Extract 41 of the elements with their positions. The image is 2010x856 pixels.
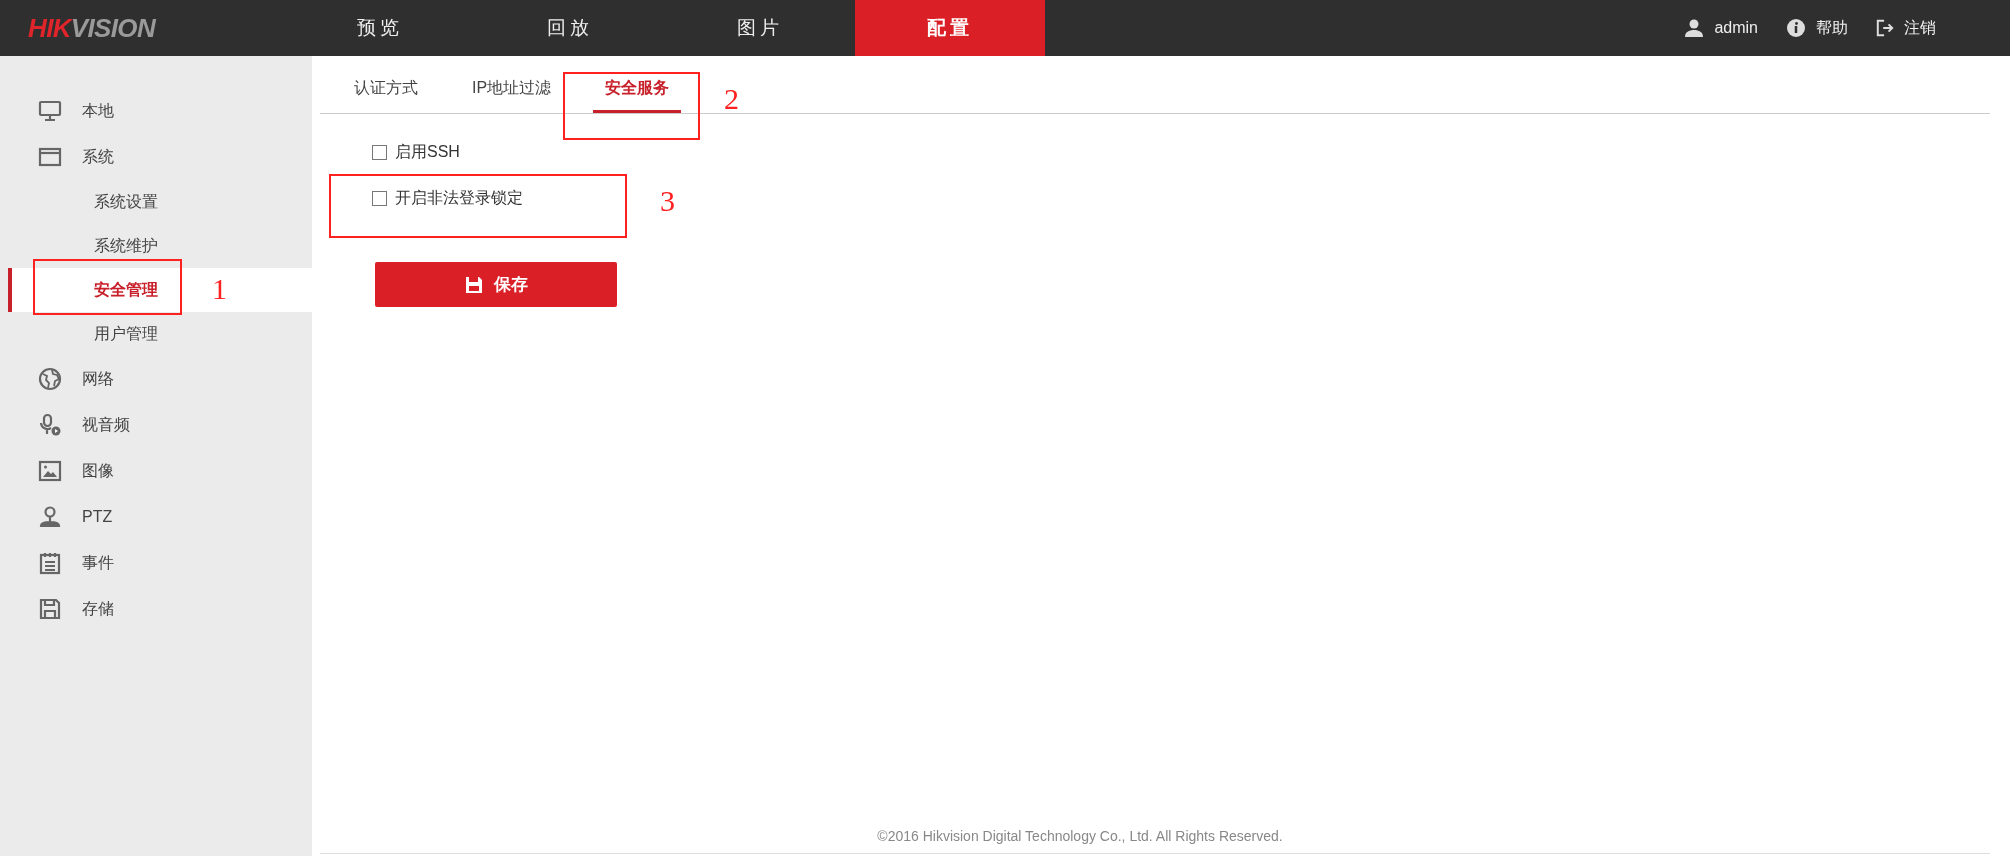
sidebar-subitem[interactable]: 系统维护 xyxy=(8,224,312,268)
tab[interactable]: IP地址过滤 xyxy=(460,76,564,113)
image-icon xyxy=(38,459,62,483)
option-label: 启用SSH xyxy=(395,142,460,162)
annotation-number: 3 xyxy=(660,183,675,219)
monitor-icon xyxy=(38,99,62,123)
sidebar-item[interactable]: 事件 xyxy=(0,540,312,586)
help-link[interactable]: 帮助 xyxy=(1786,16,1848,40)
sidebar-item[interactable]: 存储 xyxy=(0,586,312,632)
sidebar-item[interactable]: 本地 xyxy=(0,88,312,134)
logo: HIKVISION xyxy=(27,11,157,45)
annotation-number: 1 xyxy=(212,271,227,307)
tab[interactable]: 认证方式 xyxy=(342,76,430,113)
sidebar-item[interactable]: 网络 xyxy=(0,356,312,402)
sidebar-subitem[interactable]: 用户管理 xyxy=(8,312,312,356)
logout-link[interactable]: 注销 xyxy=(1876,16,1936,40)
user-icon xyxy=(1684,18,1705,38)
user-link[interactable]: admin xyxy=(1684,16,1758,40)
option-label: 开启非法登录锁定 xyxy=(395,188,523,208)
save-button[interactable]: 保存 xyxy=(375,262,617,307)
window-icon xyxy=(38,145,62,169)
nav-tab[interactable]: 图片 xyxy=(665,0,855,56)
info-icon xyxy=(1786,18,1806,38)
microphone-icon xyxy=(38,413,62,437)
checkbox[interactable] xyxy=(372,190,387,206)
sidebar-item[interactable]: 系统 xyxy=(0,134,312,180)
checkbox[interactable] xyxy=(372,144,387,160)
tab[interactable]: 安全服务 xyxy=(593,76,682,113)
nav-tab[interactable]: 配置 xyxy=(855,0,1045,56)
notepad-icon xyxy=(38,551,62,575)
sidebar-item[interactable]: 视音频 xyxy=(0,402,312,448)
sidebar-subitem[interactable]: 系统设置 xyxy=(8,180,312,224)
sidebar-item[interactable]: 图像 xyxy=(0,448,312,494)
nav-tab[interactable]: 预览 xyxy=(285,0,475,56)
camera-stand-icon xyxy=(38,505,62,529)
globe-icon xyxy=(38,367,62,391)
logout-icon xyxy=(1876,19,1894,37)
footer-text: ©2016 Hikvision Digital Technology Co., Ltd. All Rights Reserved. xyxy=(876,827,1284,846)
annotation-number: 2 xyxy=(724,81,739,117)
sidebar-item[interactable]: PTZ xyxy=(0,494,312,540)
nav-tab[interactable]: 回放 xyxy=(475,0,665,56)
